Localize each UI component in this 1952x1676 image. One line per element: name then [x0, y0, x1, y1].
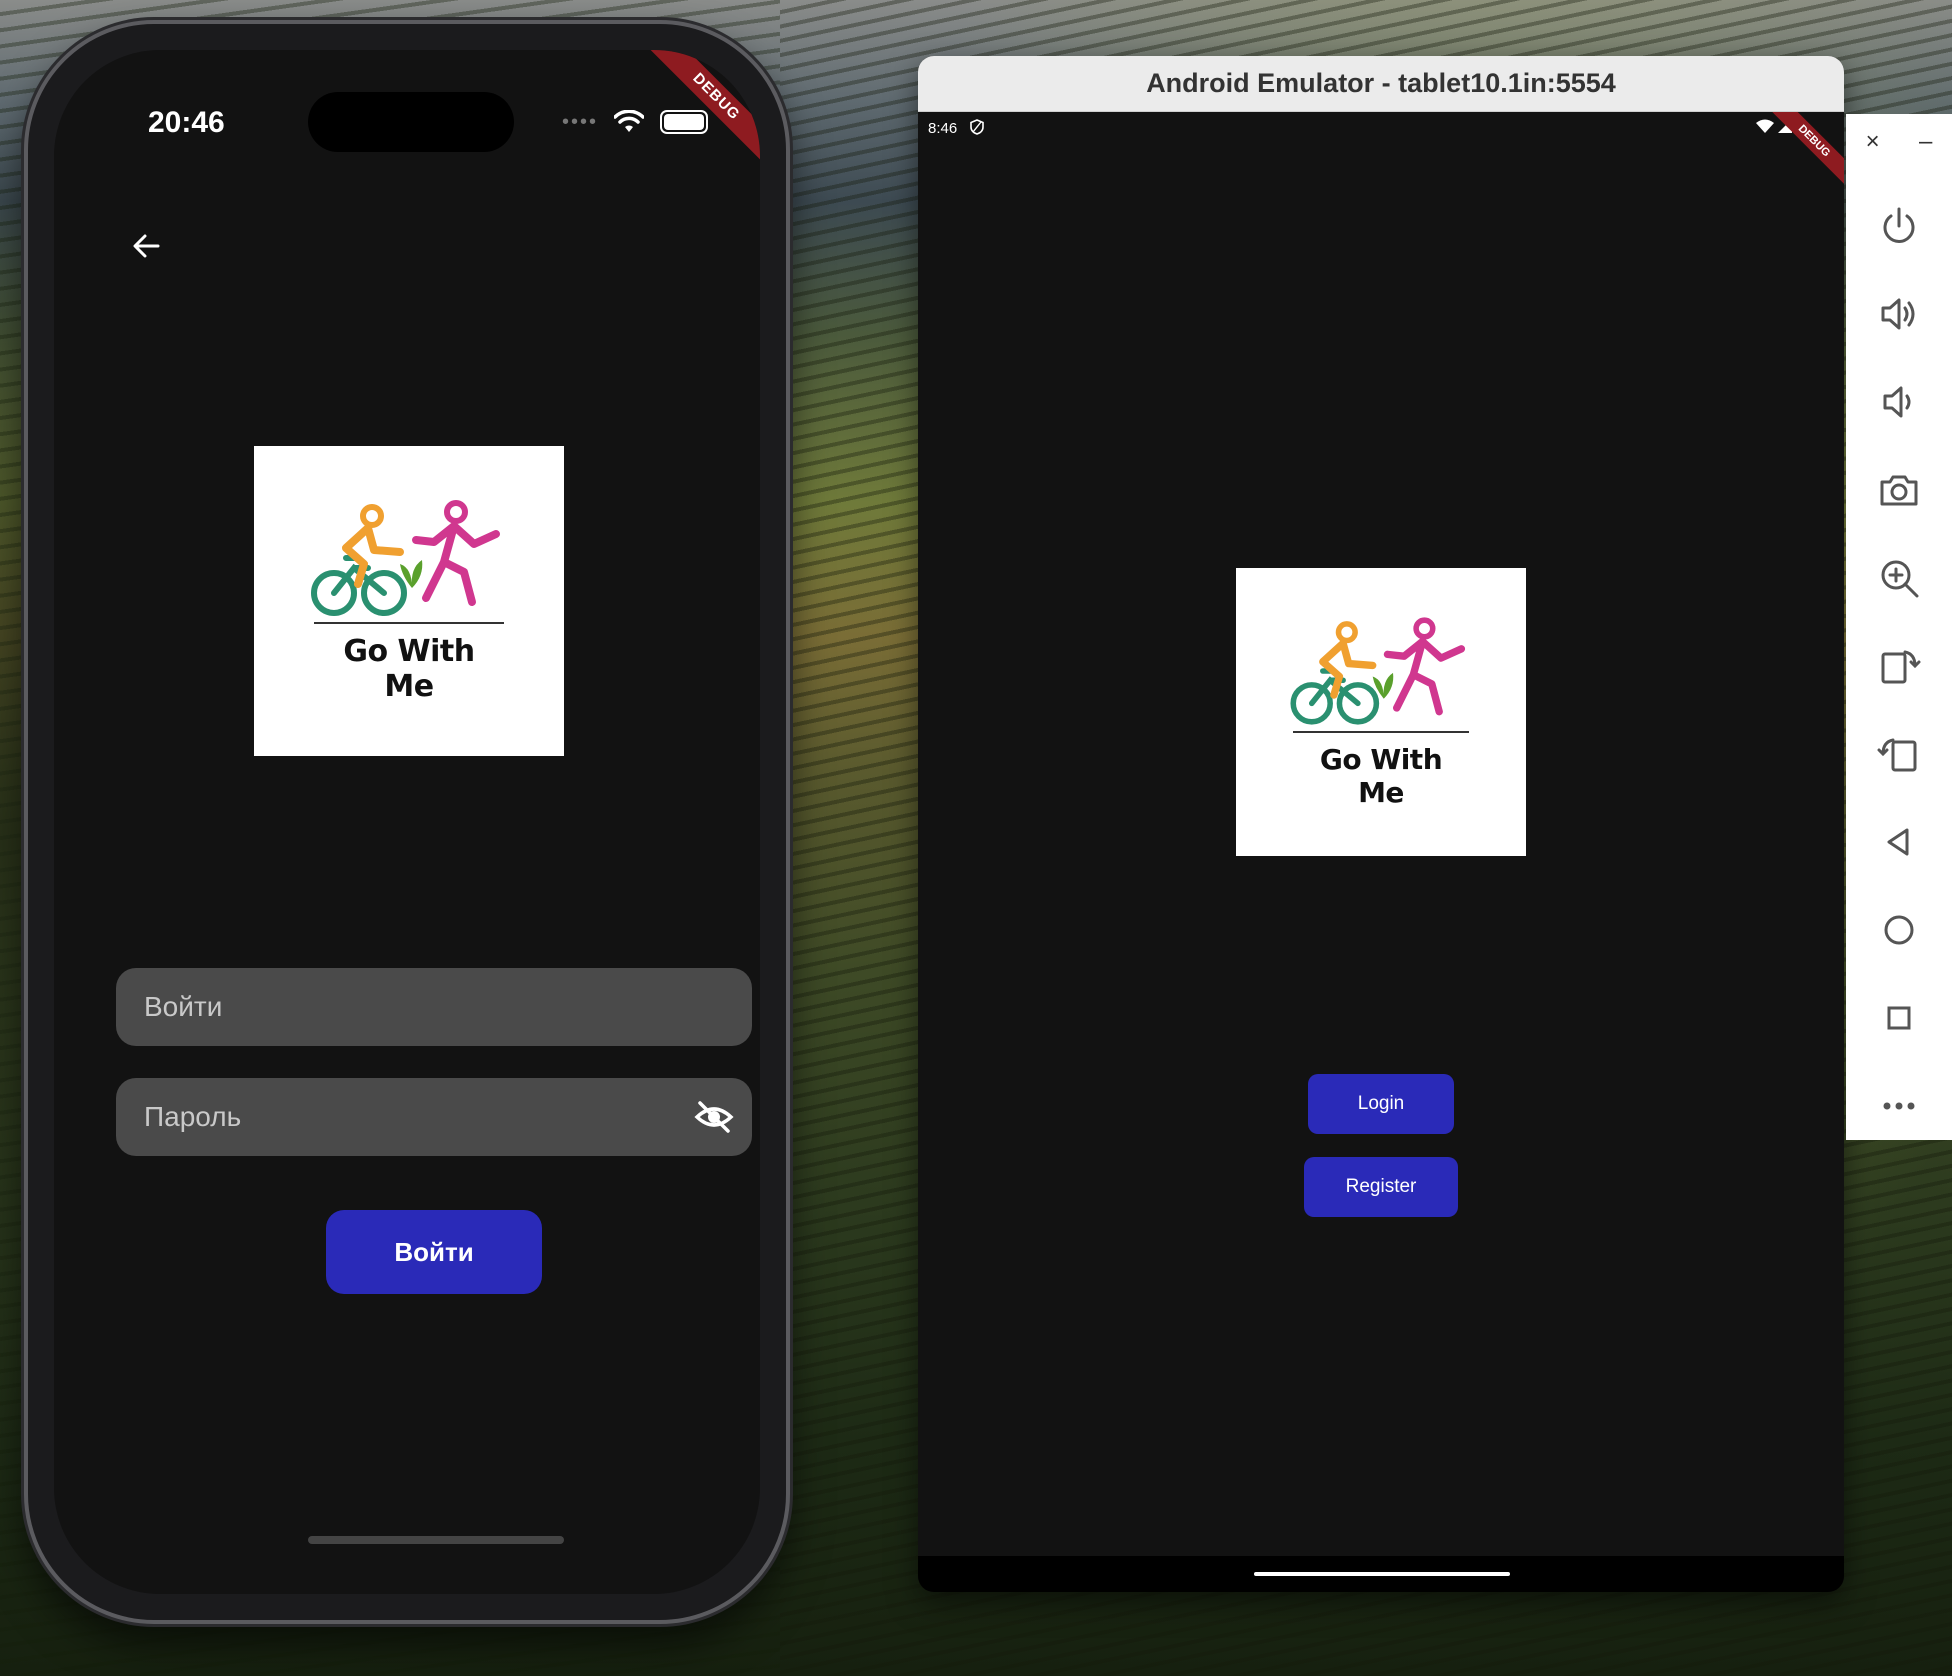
app-logo: Go With Me: [254, 446, 564, 756]
cellular-icon: ••••: [562, 110, 599, 133]
zoom-icon: [1881, 560, 1919, 598]
rotate-left-icon: [1877, 738, 1917, 772]
window-title: Android Emulator - tablet10.1in:5554: [918, 56, 1844, 112]
tablet-app-logo: Go With Me: [1236, 568, 1526, 856]
volume-down-button[interactable]: [1867, 370, 1931, 434]
vpn-shield-icon: [970, 119, 984, 135]
screenshot-button[interactable]: [1867, 458, 1931, 522]
android-wifi-icon: [1756, 119, 1774, 133]
android-nav-bar: [918, 1556, 1844, 1592]
more-icon: [1883, 1102, 1915, 1110]
toggle-password-visibility-button[interactable]: [694, 1097, 734, 1137]
password-placeholder: Пароль: [144, 1101, 242, 1132]
android-emulator-window: Android Emulator - tablet10.1in:5554 8:4…: [918, 56, 1844, 1592]
minimize-emulator-button[interactable]: –: [1919, 128, 1932, 156]
status-time: 20:46: [148, 106, 225, 139]
tablet-register-button[interactable]: Register: [1304, 1157, 1458, 1217]
tablet-cyclist-runner-logo-icon: [1290, 617, 1466, 725]
back-arrow-icon: [133, 234, 160, 258]
zoom-button[interactable]: [1867, 546, 1931, 610]
tablet-screen: 8:46 DEBUG Go With Me Login Register: [918, 112, 1844, 1592]
android-status-time: 8:46: [928, 120, 958, 137]
dynamic-island: [308, 92, 514, 152]
volume-up-button[interactable]: [1867, 282, 1931, 346]
rotate-right-button[interactable]: [1867, 634, 1931, 698]
password-input[interactable]: Пароль: [116, 1078, 752, 1156]
battery-icon: [660, 110, 709, 134]
logo-title: Go With Me: [314, 622, 504, 704]
toolbar-window-controls: × –: [1846, 114, 1952, 170]
login-submit-button[interactable]: Войти: [326, 1210, 542, 1294]
volume-up-icon: [1881, 298, 1915, 330]
android-overview-button[interactable]: [1867, 986, 1931, 1050]
wifi-icon: [614, 110, 645, 132]
cyclist-runner-logo-icon: [311, 500, 500, 616]
android-status-bar: 8:46 DEBUG: [918, 112, 1844, 197]
status-icons: ••••: [562, 110, 709, 134]
more-options-button[interactable]: [1867, 1074, 1931, 1138]
phone-screen: 20:46 •••• DEBUG Go With Me Войти Пароль…: [54, 50, 760, 1594]
power-button[interactable]: [1867, 194, 1931, 258]
rotate-right-icon: [1881, 650, 1921, 684]
tablet-logo-title: Go With Me: [1293, 731, 1469, 809]
power-icon: [1883, 207, 1915, 243]
home-indicator: [308, 1536, 564, 1544]
tablet-login-button[interactable]: Login: [1308, 1074, 1454, 1134]
close-emulator-button[interactable]: ×: [1866, 128, 1880, 156]
login-placeholder: Войти: [144, 991, 223, 1022]
iphone-simulator: 20:46 •••• DEBUG Go With Me Войти Пароль…: [24, 20, 790, 1624]
home-circle-icon: [1884, 915, 1914, 945]
back-arrow-button[interactable]: [122, 222, 170, 270]
volume-down-icon: [1883, 386, 1911, 418]
emulator-toolbar: × –: [1846, 114, 1952, 1140]
android-home-button[interactable]: [1867, 898, 1931, 962]
login-input[interactable]: Войти: [116, 968, 752, 1046]
camera-icon: [1880, 475, 1918, 506]
rotate-left-button[interactable]: [1867, 722, 1931, 786]
back-triangle-icon: [1887, 828, 1909, 856]
eye-off-icon: [694, 1101, 734, 1133]
android-back-button[interactable]: [1867, 810, 1931, 874]
overview-square-icon: [1887, 1006, 1911, 1030]
android-home-gesture-pill[interactable]: [1254, 1572, 1510, 1576]
